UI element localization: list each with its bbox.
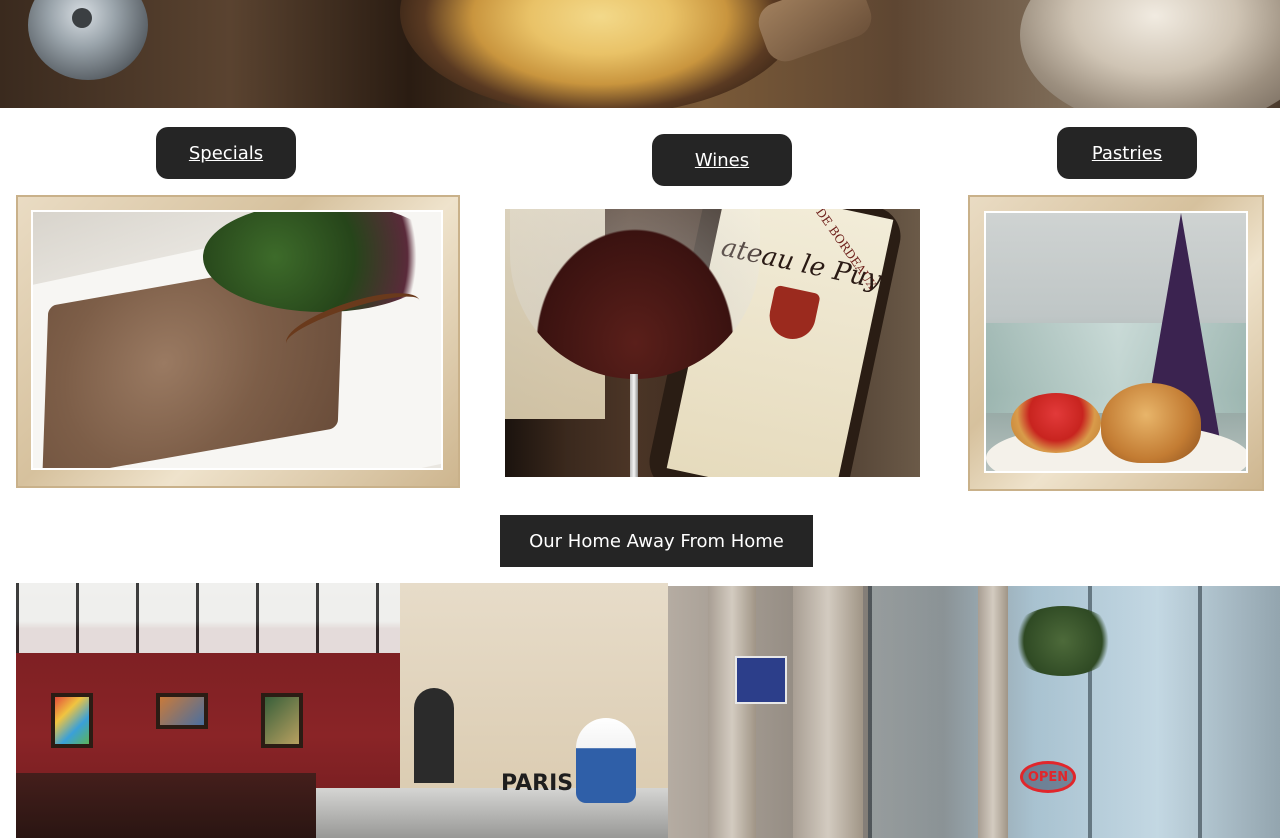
pastries-photo-frame[interactable] [968, 195, 1264, 491]
wine-glass-stem [630, 374, 638, 477]
store-sign [735, 656, 787, 704]
chef-figurine [576, 718, 636, 803]
wines-button[interactable]: Wines [652, 134, 792, 186]
hero-banner-image [0, 0, 1280, 108]
dining-tables [16, 773, 316, 838]
cafe-storefront-photo: OPEN [668, 586, 1280, 838]
specials-photo[interactable] [31, 210, 443, 470]
cafe-interior-photo: PARIS [16, 583, 668, 838]
croissant [1101, 383, 1201, 463]
hero-cup [1020, 0, 1280, 108]
hero-soup-bowl [400, 0, 800, 108]
specials-button[interactable]: Specials [156, 127, 296, 179]
strawberry-tart [1011, 393, 1101, 453]
specials-photo-frame[interactable] [16, 195, 460, 488]
storefront-pillar-1 [708, 586, 756, 838]
wall-art-2 [156, 693, 208, 729]
home-away-heading: Our Home Away From Home [500, 515, 813, 567]
wall-art-3 [261, 693, 303, 748]
wall-art-1 [51, 693, 93, 748]
storefront-pillar-2 [793, 586, 863, 838]
pastries-button[interactable]: Pastries [1057, 127, 1197, 179]
chalkboard-menu [414, 688, 454, 783]
hero-pot-decoration [28, 0, 148, 80]
storefront-pillar-3 [978, 586, 1008, 838]
open-neon-sign: OPEN [1020, 761, 1076, 793]
wines-photo[interactable]: VIN FIN DE BORDEAUX ateau le Puy [505, 209, 920, 477]
pastries-photo[interactable] [984, 211, 1248, 473]
paris-sign: PARIS [501, 771, 574, 796]
palm-tree-reflection [1008, 606, 1118, 676]
